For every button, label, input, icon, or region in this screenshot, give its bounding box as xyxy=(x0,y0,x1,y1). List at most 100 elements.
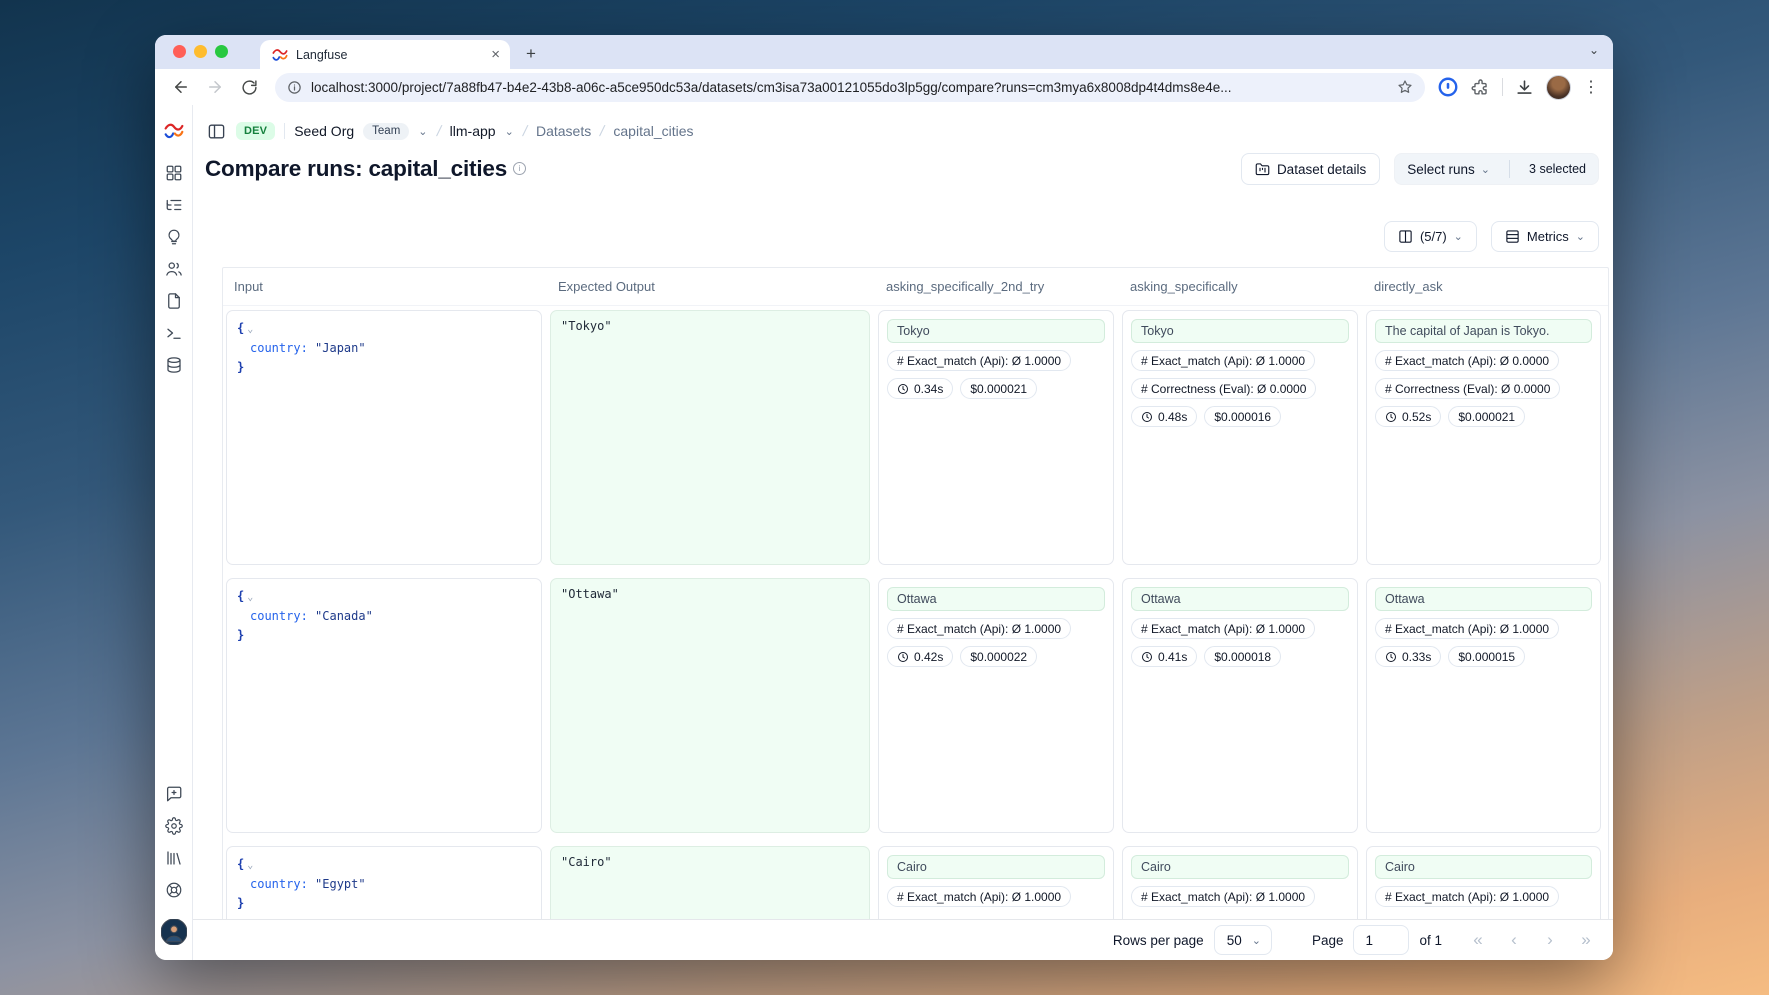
prev-page-button[interactable]: ‹ xyxy=(1500,926,1528,954)
run-output[interactable]: Cairo xyxy=(1131,855,1349,879)
bookmark-star-icon[interactable] xyxy=(1397,79,1413,95)
clock-icon xyxy=(1385,651,1397,663)
tab-title: Langfuse xyxy=(296,48,483,62)
breadcrumb-datasets[interactable]: Datasets xyxy=(536,123,591,139)
extensions-puzzle-icon[interactable] xyxy=(1471,78,1490,97)
desktop-background: Langfuse × + ⌄ localhost:3000/project/7a… xyxy=(0,0,1769,995)
zoom-window-button[interactable] xyxy=(215,45,228,58)
rows-per-page-select[interactable]: 50 ⌄ xyxy=(1214,925,1272,955)
run-cell[interactable]: Cairo# Exact_match (Api): Ø 1.0000 xyxy=(1366,846,1601,919)
tab-close-icon[interactable]: × xyxy=(491,47,500,62)
org-type-badge: Team xyxy=(363,123,409,140)
expected-output-cell[interactable]: "Cairo" xyxy=(550,846,870,919)
run-output[interactable]: Ottawa xyxy=(887,587,1105,611)
url-text[interactable]: localhost:3000/project/7a88fb47-b4e2-43b… xyxy=(311,80,1388,95)
folder-icon xyxy=(1255,162,1270,177)
sidebar-item-support[interactable] xyxy=(158,874,190,906)
input-cell[interactable]: {⌄ country: "Japan" } xyxy=(226,310,542,565)
column-visibility-button[interactable]: (5/7) ⌄ xyxy=(1384,221,1477,252)
table-row: {⌄ country: "Egypt" } "Cairo" Cairo # Exa… xyxy=(223,846,1608,919)
breadcrumb-divider xyxy=(284,123,285,139)
tab-search-chevron-icon[interactable]: ⌄ xyxy=(1589,43,1599,57)
latency-cost-row: 0.33s$0.000015 xyxy=(1375,646,1525,667)
run-output[interactable]: Tokyo xyxy=(1131,319,1349,343)
latency-badge: 0.48s xyxy=(1131,406,1197,427)
clock-icon xyxy=(1141,651,1153,663)
sidebar-item-tracing[interactable] xyxy=(158,189,190,221)
input-cell[interactable]: {⌄ country: "Canada" } xyxy=(226,578,542,833)
sidebar-item-datasets[interactable] xyxy=(158,349,190,381)
langfuse-logo-icon[interactable] xyxy=(158,115,190,147)
sidebar-item-dashboard[interactable] xyxy=(158,157,190,189)
selected-count-badge: 3 selected xyxy=(1517,154,1598,184)
user-avatar[interactable] xyxy=(158,916,190,948)
run-output[interactable]: Ottawa xyxy=(1131,587,1349,611)
page-number-input[interactable] xyxy=(1353,925,1409,955)
org-chevron-down-icon[interactable]: ⌄ xyxy=(418,125,427,138)
download-icon[interactable] xyxy=(1515,78,1534,97)
langfuse-favicon-icon xyxy=(272,47,288,63)
new-tab-button[interactable]: + xyxy=(518,41,544,67)
select-runs-chevron-icon: ⌄ xyxy=(1481,163,1490,176)
latency-cost-row: 0.41s$0.000018 xyxy=(1131,646,1281,667)
input-cell[interactable]: {⌄ country: "Egypt" } xyxy=(226,846,542,919)
breadcrumb-project[interactable]: llm-app xyxy=(450,123,496,139)
run-output[interactable]: Cairo xyxy=(887,855,1105,879)
sidebar-toggle-icon[interactable] xyxy=(205,120,227,142)
minimize-window-button[interactable] xyxy=(194,45,207,58)
sidebar-item-prompts[interactable] xyxy=(158,285,190,317)
score-badge: # Exact_match (Api): Ø 1.0000 xyxy=(887,886,1071,907)
latency-badge: 0.41s xyxy=(1131,646,1197,667)
breadcrumb-slash-icon: / xyxy=(598,123,606,140)
sidebar-item-playground[interactable] xyxy=(158,317,190,349)
browser-menu-icon[interactable]: ⋮ xyxy=(1583,77,1599,97)
breadcrumb-current: capital_cities xyxy=(613,123,693,139)
run-output[interactable]: Cairo xyxy=(1375,855,1592,879)
url-bar[interactable]: localhost:3000/project/7a88fb47-b4e2-43b… xyxy=(275,73,1425,102)
run-cell[interactable]: Ottawa # Exact_match (Api): Ø 1.0000 0.41s… xyxy=(1122,578,1358,833)
sidebar-item-library[interactable] xyxy=(158,842,190,874)
expected-output-cell[interactable]: "Tokyo" xyxy=(550,310,870,565)
table-header-row: InputExpected Outputasking_specifically_… xyxy=(223,268,1608,306)
forward-button xyxy=(201,73,229,101)
last-page-button[interactable]: » xyxy=(1572,926,1600,954)
run-cell[interactable]: The capital of Japan is Tokyo.# Exact_ma… xyxy=(1366,310,1601,565)
reload-button[interactable] xyxy=(235,73,263,101)
run-output[interactable]: Tokyo xyxy=(887,319,1105,343)
project-chevron-down-icon[interactable]: ⌄ xyxy=(505,125,514,138)
sidebar-item-feedback[interactable] xyxy=(158,778,190,810)
score-badge: # Exact_match (Api): Ø 1.0000 xyxy=(1131,618,1315,639)
cost-badge: $0.000015 xyxy=(1448,646,1525,667)
expected-output-cell[interactable]: "Ottawa" xyxy=(550,578,870,833)
toolbar-divider xyxy=(1502,78,1503,96)
run-cell[interactable]: Cairo # Exact_match (Api): Ø 1.0000 xyxy=(878,846,1114,919)
run-cell[interactable]: Tokyo# Exact_match (Api): Ø 1.0000# Corr… xyxy=(1122,310,1358,565)
breadcrumb-org[interactable]: Seed Org xyxy=(294,123,354,139)
run-output[interactable]: The capital of Japan is Tokyo. xyxy=(1375,319,1592,343)
latency-cost-row: 0.34s$0.000021 xyxy=(887,378,1037,399)
sidebar-item-users[interactable] xyxy=(158,253,190,285)
browser-profile-avatar[interactable] xyxy=(1546,75,1571,100)
metrics-button[interactable]: Metrics ⌄ xyxy=(1491,221,1599,252)
run-cell[interactable]: Cairo# Exact_match (Api): Ø 1.0000 xyxy=(1122,846,1358,919)
sidebar-item-settings[interactable] xyxy=(158,810,190,842)
score-badge: # Exact_match (Api): Ø 1.0000 xyxy=(1375,618,1559,639)
dataset-details-button[interactable]: Dataset details xyxy=(1241,153,1380,185)
latency-cost-row: 0.48s$0.000016 xyxy=(1131,406,1281,427)
password-manager-icon[interactable] xyxy=(1437,76,1459,98)
back-button[interactable] xyxy=(167,73,195,101)
site-info-icon[interactable] xyxy=(287,80,302,95)
sidebar-item-evaluation[interactable] xyxy=(158,221,190,253)
title-info-icon[interactable]: i xyxy=(513,162,526,175)
run-cell[interactable]: Tokyo# Exact_match (Api): Ø 1.00000.34s$… xyxy=(878,310,1114,565)
close-window-button[interactable] xyxy=(173,45,186,58)
table-body: {⌄ country: "Japan" } "Tokyo" Tokyo# Exa… xyxy=(223,306,1608,919)
run-output[interactable]: Ottawa xyxy=(1375,587,1592,611)
first-page-button[interactable]: « xyxy=(1464,926,1492,954)
run-cell[interactable]: Ottawa# Exact_match (Api): Ø 1.00000.42s… xyxy=(878,578,1114,833)
select-runs-button[interactable]: Select runs ⌄ 3 selected xyxy=(1394,153,1599,185)
select-runs-segment[interactable]: Select runs ⌄ xyxy=(1395,154,1502,184)
next-page-button[interactable]: › xyxy=(1536,926,1564,954)
browser-tab[interactable]: Langfuse × xyxy=(260,40,510,69)
run-cell[interactable]: Ottawa # Exact_match (Api): Ø 1.0000 0.33s… xyxy=(1366,578,1601,833)
